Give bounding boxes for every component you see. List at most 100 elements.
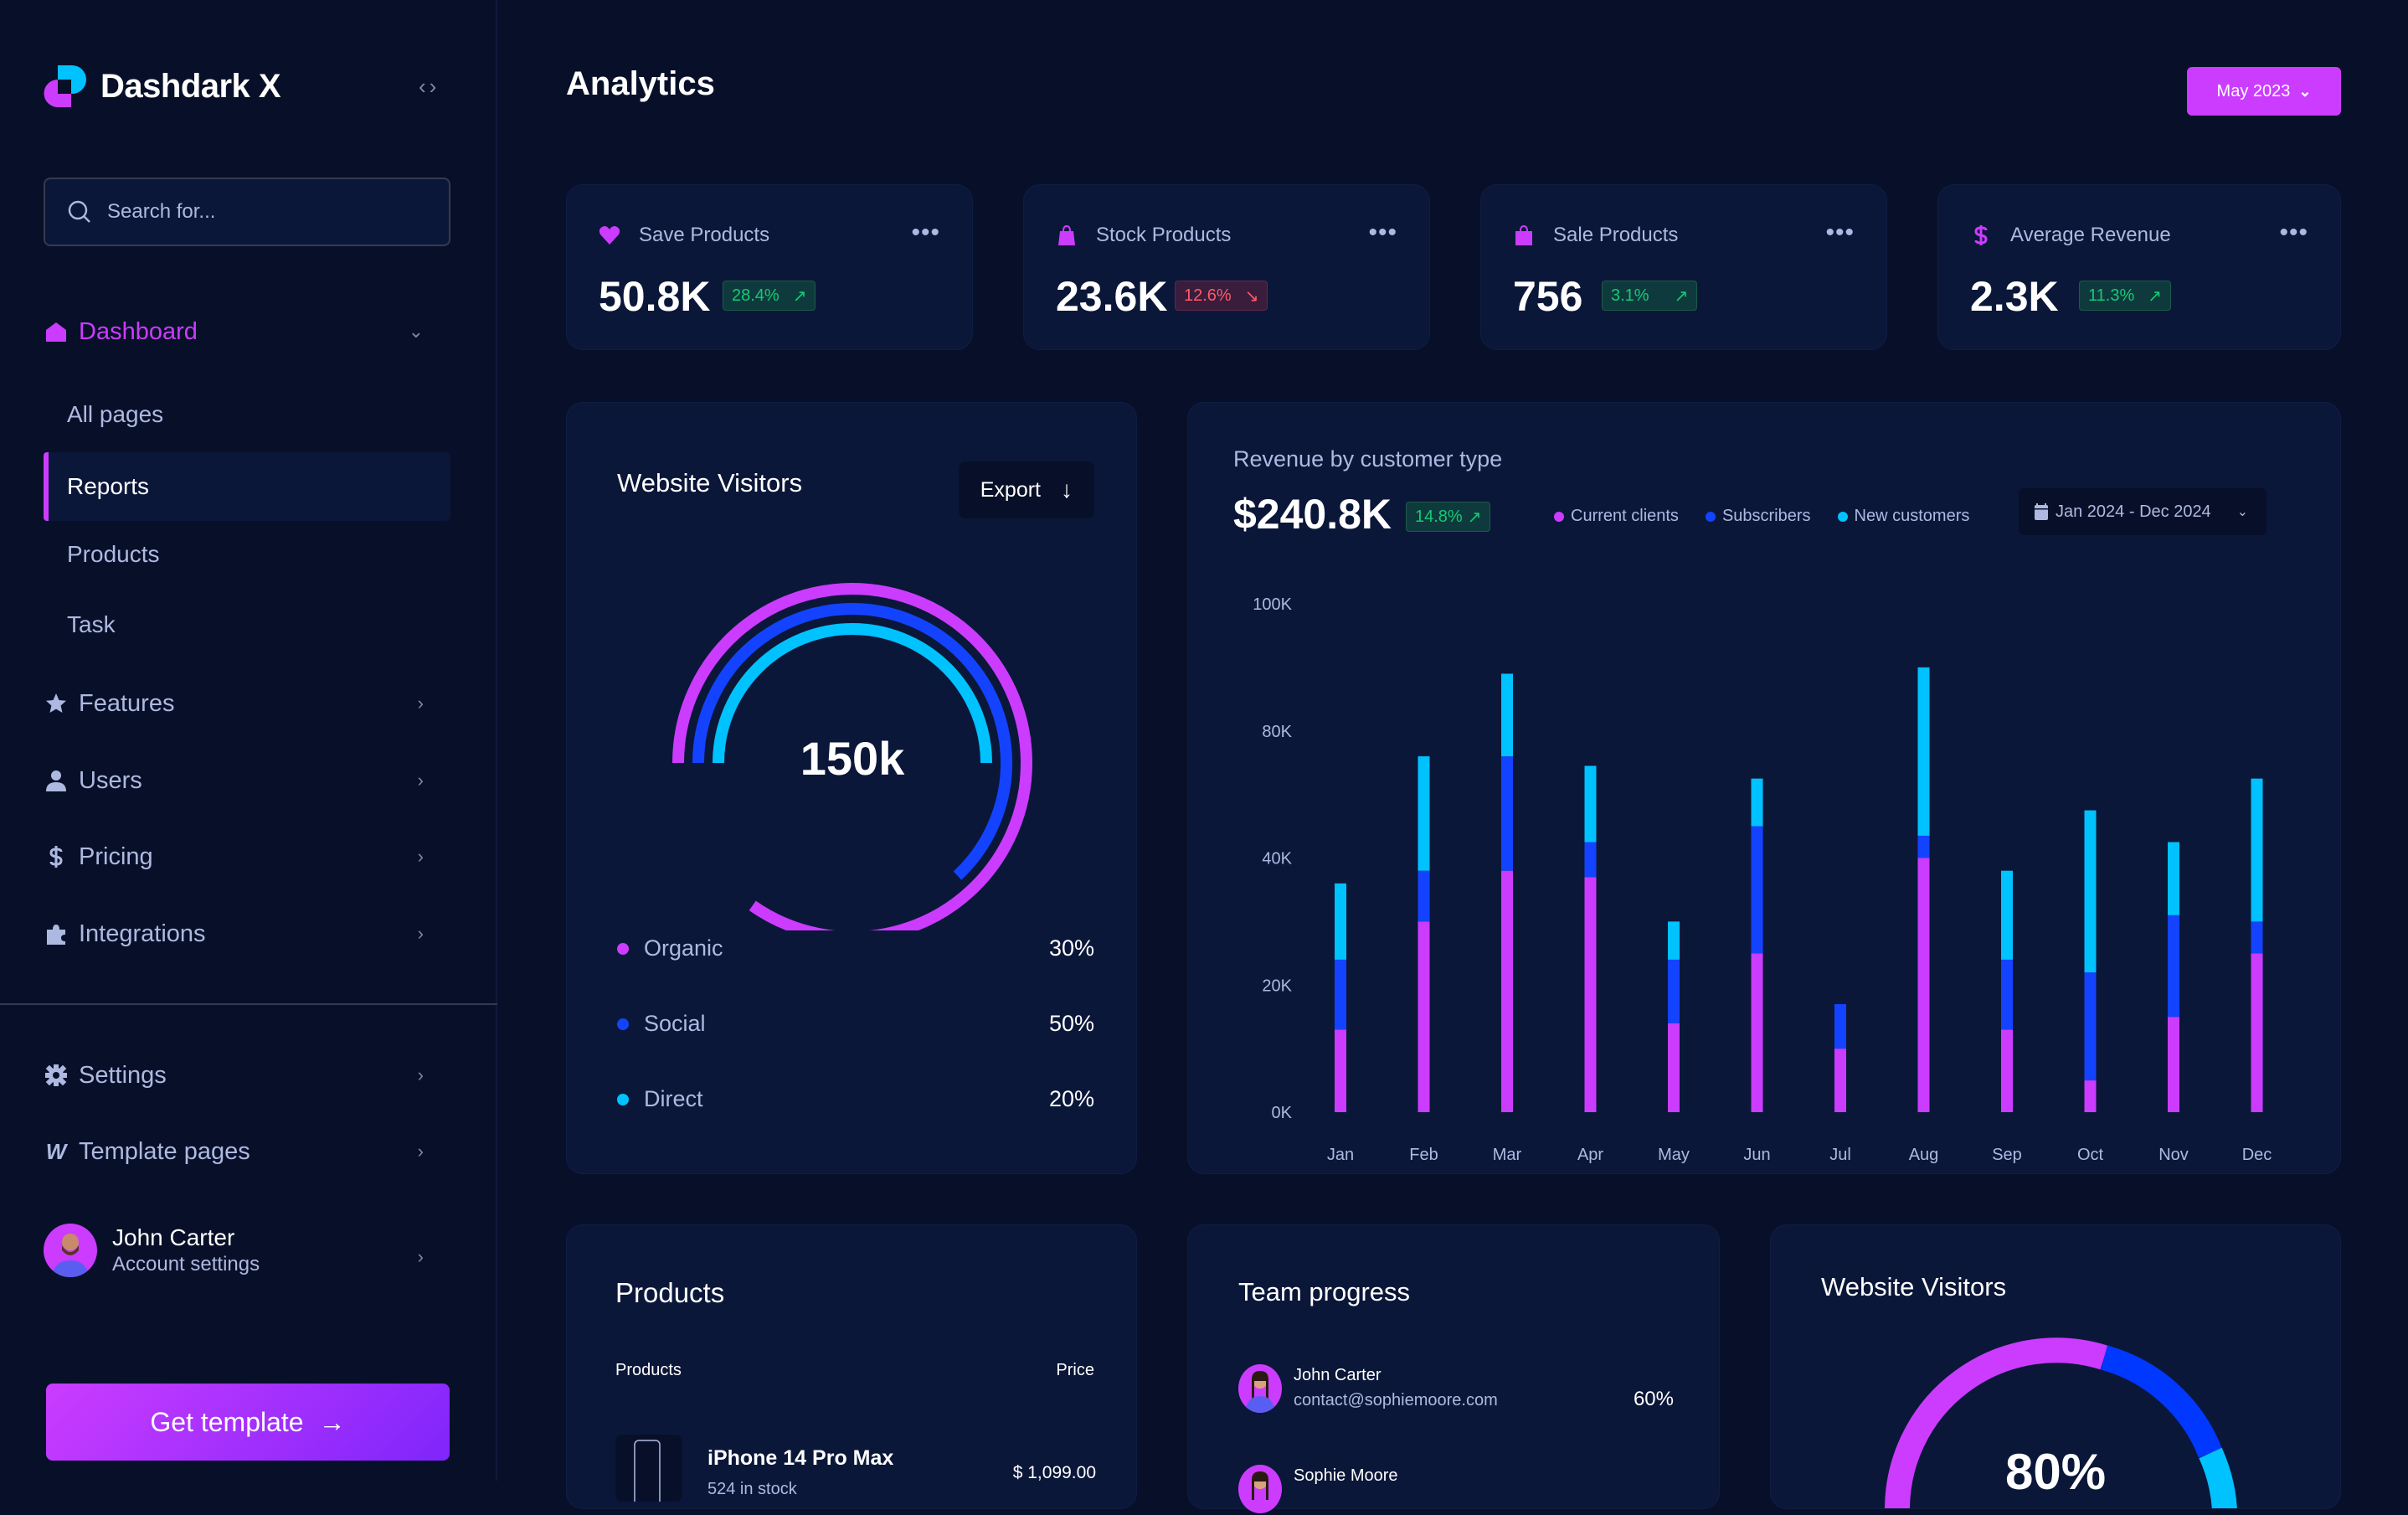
sidebar-subitem-label: Reports (67, 473, 150, 499)
bar-jan-subscribers[interactable] (1335, 959, 1346, 1030)
more-options-icon[interactable]: ••• (2279, 219, 2308, 247)
bar-oct-new-customers[interactable] (2084, 810, 2097, 973)
logo[interactable]: Dashdark X (44, 64, 281, 109)
revenue-card: Revenue by customer type $240.8K 14.8% ↗ … (1187, 402, 2341, 1174)
kpi-card-average-revenue: Average Revenue ••• 2.3K 11.3% ↗ (1937, 184, 2341, 350)
more-options-icon[interactable]: ••• (1825, 219, 1855, 247)
sidebar-item-integrations[interactable]: Integrations › (44, 909, 450, 959)
member-email: contact@sophiemoore.com (1294, 1391, 1498, 1409)
bar-dec-current-clients[interactable] (2251, 953, 2263, 1112)
sidebar-subitem-all-pages[interactable]: All pages (44, 380, 450, 449)
legend-value: 30% (1048, 935, 1094, 961)
sidebar-subitem-reports[interactable]: Reports (44, 452, 450, 521)
get-template-label: Get template (150, 1406, 304, 1437)
bar-jan-new-customers[interactable] (1335, 883, 1346, 960)
dollar-icon (44, 844, 69, 869)
export-label: Export (980, 477, 1041, 502)
bar-dec-new-customers[interactable] (2251, 778, 2263, 922)
kpi-value: 23.6K (1056, 273, 1168, 320)
bar-jun-current-clients[interactable] (1751, 953, 1763, 1112)
chevron-down-icon: ⌄ (2298, 82, 2312, 100)
x-tick-label: Oct (2077, 1146, 2104, 1164)
bar-aug-current-clients[interactable] (1917, 858, 1930, 1113)
team-member-row[interactable]: Sophie Moore (1238, 1465, 1674, 1515)
sidebar-item-users[interactable]: Users › (44, 755, 450, 806)
export-button[interactable]: Export ↓ (958, 461, 1094, 518)
bar-feb-subscribers[interactable] (1418, 870, 1430, 922)
bar-sep-new-customers[interactable] (2001, 870, 2013, 960)
sidebar-subitem-task[interactable]: Task (44, 590, 450, 659)
table-row[interactable]: iPhone 14 Pro Max 524 in stock $ 1,099.0… (615, 1435, 1096, 1508)
bar-jul-subscribers[interactable] (1834, 1004, 1846, 1049)
bar-oct-current-clients[interactable] (2084, 1080, 2097, 1112)
bar-nov-current-clients[interactable] (2168, 1017, 2179, 1112)
member-name: John Carter (1294, 1366, 1382, 1384)
more-options-icon[interactable]: ••• (1368, 219, 1397, 247)
avatar (44, 1224, 97, 1277)
chevron-right-icon: › (417, 923, 424, 944)
bar-sep-current-clients[interactable] (2001, 1029, 2013, 1112)
bar-nov-new-customers[interactable] (2168, 842, 2179, 915)
bar-jun-subscribers[interactable] (1751, 826, 1763, 954)
brand-name: Dashdark X (100, 67, 281, 105)
bar-apr-subscribers[interactable] (1584, 842, 1597, 878)
bar-may-subscribers[interactable] (1668, 959, 1680, 1023)
x-tick-label: Apr (1577, 1146, 1603, 1164)
search-box[interactable] (44, 178, 450, 246)
sidebar-item-settings[interactable]: Settings › (44, 1050, 450, 1100)
bar-mar-new-customers[interactable] (1501, 673, 1513, 757)
sidebar-item-label: Users (79, 766, 142, 794)
sidebar-item-features[interactable]: Features › (44, 678, 450, 729)
kpi-value: 756 (1513, 273, 1583, 320)
x-tick-label: Jun (1743, 1146, 1770, 1164)
bar-mar-subscribers[interactable] (1501, 756, 1513, 871)
legend-dot (617, 1018, 629, 1030)
collapse-sidebar-button[interactable]: ‹› (419, 74, 440, 100)
bar-apr-new-customers[interactable] (1584, 765, 1597, 843)
bar-sep-subscribers[interactable] (2001, 959, 2013, 1030)
search-input[interactable] (107, 200, 425, 224)
x-tick-label: Jan (1327, 1146, 1354, 1164)
x-tick-label: Dec (2242, 1146, 2272, 1164)
profile-subtitle: Account settings (112, 1253, 260, 1275)
bar-oct-subscribers[interactable] (2084, 972, 2097, 1081)
team-member-row[interactable]: John Carter contact@sophiemoore.com 60% (1238, 1364, 1674, 1415)
get-template-button[interactable]: Get template → (46, 1384, 450, 1461)
sidebar-item-label: Dashboard (79, 317, 198, 345)
bar-nov-subscribers[interactable] (2168, 915, 2179, 1018)
bar-jul-current-clients[interactable] (1834, 1049, 1846, 1112)
bar-dec-subscribers[interactable] (2251, 921, 2263, 954)
puzzle-icon (44, 921, 69, 946)
bar-feb-new-customers[interactable] (1418, 756, 1430, 871)
bar-mar-current-clients[interactable] (1501, 870, 1513, 1112)
bar-feb-current-clients[interactable] (1418, 921, 1430, 1112)
product-thumbnail (615, 1435, 682, 1508)
sidebar-item-label: Pricing (79, 843, 153, 870)
bar-jan-current-clients[interactable] (1335, 1029, 1346, 1112)
avatar (1238, 1364, 1282, 1413)
bar-may-new-customers[interactable] (1668, 921, 1680, 960)
bar-aug-subscribers[interactable] (1917, 835, 1930, 858)
sidebar-item-dashboard[interactable]: Dashboard ⌄ (44, 307, 450, 357)
sidebar-subitem-products[interactable]: Products (44, 520, 450, 589)
arrow-right-icon: → (318, 1406, 346, 1437)
more-options-icon[interactable]: ••• (911, 219, 940, 247)
bar-may-current-clients[interactable] (1668, 1023, 1680, 1112)
sidebar-item-template-pages[interactable]: W Template pages › (44, 1126, 450, 1177)
account-settings[interactable]: John Carter Account settings › (44, 1221, 450, 1280)
sidebar-item-pricing[interactable]: Pricing › (44, 832, 450, 882)
bar-apr-current-clients[interactable] (1584, 877, 1597, 1112)
gauge-value: 80% (2004, 1444, 2107, 1500)
revenue-bar-chart: 0K 20K 40K 80K 100K Jan Feb Mar Apr May Jun Jul Aug… (1253, 595, 2272, 1164)
sidebar-subitem-label: All pages (67, 401, 164, 427)
website-visitors-card: Website Visitors Export ↓ 150k Organic 30%… (566, 402, 1137, 1174)
card-title: Team progress (1238, 1277, 1411, 1306)
kpi-card-sale-products: Sale Products ••• 756 3.1% ↗ (1480, 184, 1887, 350)
bar-aug-new-customers[interactable] (1917, 667, 1930, 836)
logo-icon (44, 65, 86, 107)
date-picker-button[interactable]: May 2023 ⌄ (2187, 67, 2341, 116)
legend-label: Social (644, 1011, 706, 1036)
product-name: iPhone 14 Pro Max (707, 1446, 894, 1470)
y-tick-label: 0K (1272, 1104, 1293, 1122)
bar-jun-new-customers[interactable] (1751, 778, 1763, 827)
